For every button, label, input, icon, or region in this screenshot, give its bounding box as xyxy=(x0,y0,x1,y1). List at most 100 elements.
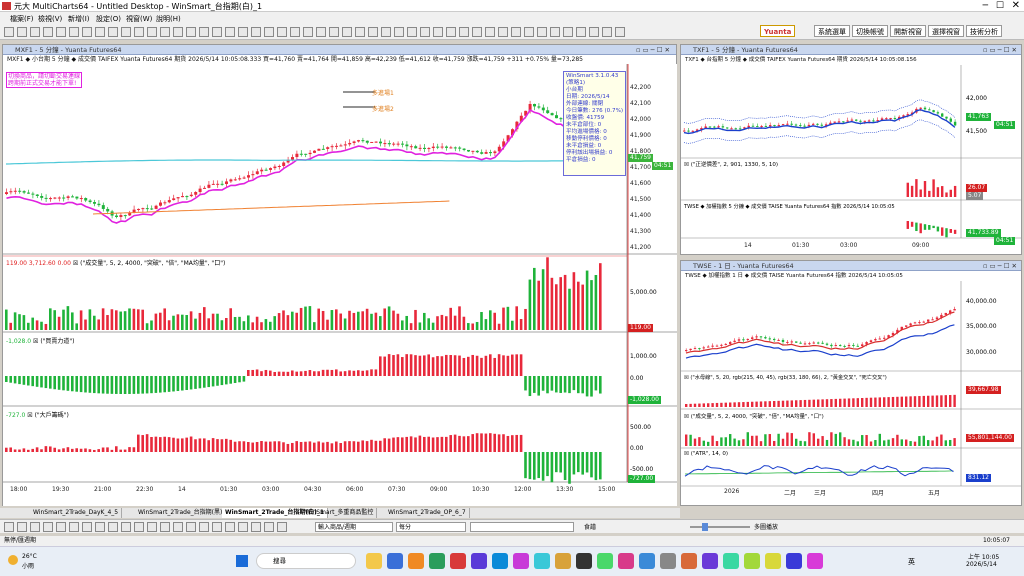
toolbar-tool-icon[interactable] xyxy=(225,27,235,37)
toolbar-tool-icon[interactable] xyxy=(498,27,508,37)
toolbar-tool-icon[interactable] xyxy=(95,27,105,37)
taskbar-app-icon[interactable] xyxy=(534,553,550,569)
toolbar-tool-icon[interactable] xyxy=(524,27,534,37)
taskbar-app-icon[interactable] xyxy=(408,553,424,569)
draw-tool-icon[interactable] xyxy=(43,522,53,532)
new-window-button[interactable]: 開新視窗 xyxy=(890,25,926,37)
start-icon[interactable] xyxy=(236,555,248,567)
weather-icon[interactable] xyxy=(8,555,18,565)
toolbar-tool-icon[interactable] xyxy=(485,27,495,37)
taskbar-app-icon[interactable] xyxy=(597,553,613,569)
taskbar-app-icon[interactable] xyxy=(387,553,403,569)
toolbar-tool-icon[interactable] xyxy=(134,27,144,37)
toolbar-tool-icon[interactable] xyxy=(615,27,625,37)
taskbar-app-icon[interactable] xyxy=(660,553,676,569)
menu-file[interactable]: 檔案(F) xyxy=(10,14,34,24)
toolbar-tool-icon[interactable] xyxy=(277,27,287,37)
toolbar-tool-icon[interactable] xyxy=(589,27,599,37)
toolbar-tool-icon[interactable] xyxy=(576,27,586,37)
draw-tool-icon[interactable] xyxy=(212,522,222,532)
draw-tool-icon[interactable] xyxy=(108,522,118,532)
zoom-slider[interactable] xyxy=(690,526,750,528)
draw-tool-icon[interactable] xyxy=(69,522,79,532)
draw-tool-icon[interactable] xyxy=(225,522,235,532)
taskbar-app-icon[interactable] xyxy=(702,553,718,569)
draw-tool-icon[interactable] xyxy=(173,522,183,532)
toolbar-tool-icon[interactable] xyxy=(368,27,378,37)
taskbar-app-icon[interactable] xyxy=(744,553,760,569)
window-controls[interactable]: ▫ ▭ ─ ☐ ✕ xyxy=(983,261,1017,271)
multi-play-button[interactable]: 多圖播放 xyxy=(754,522,778,531)
toolbar-tool-icon[interactable] xyxy=(550,27,560,37)
menu-help[interactable]: 說明(H) xyxy=(156,14,181,24)
period-select[interactable]: 每分 xyxy=(396,522,466,532)
taskbar-app-icon[interactable] xyxy=(639,553,655,569)
taskbar-app-icon[interactable] xyxy=(618,553,634,569)
taskbar-app-icon[interactable] xyxy=(513,553,529,569)
toolbar-tool-icon[interactable] xyxy=(4,27,14,37)
select-window-button[interactable]: 選擇視窗 xyxy=(928,25,964,37)
draw-tool-icon[interactable] xyxy=(186,522,196,532)
draw-tool-icon[interactable] xyxy=(82,522,92,532)
draw-tool-icon[interactable] xyxy=(264,522,274,532)
icon-box[interactable]: ☒ xyxy=(27,412,32,419)
draw-tool-icon[interactable] xyxy=(30,522,40,532)
draw-tool-icon[interactable] xyxy=(199,522,209,532)
toolbar-tool-icon[interactable] xyxy=(251,27,261,37)
icon-box[interactable]: ☒ xyxy=(73,260,78,267)
toolbar-tool-icon[interactable] xyxy=(30,27,40,37)
icon-box[interactable]: ☒ xyxy=(684,375,689,381)
draw-tool-icon[interactable] xyxy=(4,522,14,532)
window-controls[interactable]: ▫ ▭ ─ ☐ ✕ xyxy=(636,45,670,55)
tab-option[interactable]: WinSmart_2Trade_OP_6_7 xyxy=(385,508,470,518)
toolbar-tool-icon[interactable] xyxy=(329,27,339,37)
ime-indicator[interactable]: 英 xyxy=(908,557,915,567)
icon-box[interactable]: ☒ xyxy=(684,162,689,168)
taskbar-app-icon[interactable] xyxy=(555,553,571,569)
draw-tool-icon[interactable] xyxy=(121,522,131,532)
toolbar-tool-icon[interactable] xyxy=(537,27,547,37)
toolbar-tool-icon[interactable] xyxy=(511,27,521,37)
symbol-input[interactable]: 輸入商品/週期 xyxy=(315,522,393,532)
toolbar-tool-icon[interactable] xyxy=(381,27,391,37)
toolbar-tool-icon[interactable] xyxy=(17,27,27,37)
minimize-icon[interactable]: ─ xyxy=(983,1,988,11)
tab-daykline[interactable]: WinSmart_2Trade_DayK_4_5 xyxy=(30,508,123,518)
toolbar-tool-icon[interactable] xyxy=(173,27,183,37)
toolbar-tool-icon[interactable] xyxy=(355,27,365,37)
taskbar-app-icon[interactable] xyxy=(807,553,823,569)
draw-tool-icon[interactable] xyxy=(238,522,248,532)
recipe-button[interactable]: 食譜 xyxy=(584,522,596,531)
toolbar-tool-icon[interactable] xyxy=(342,27,352,37)
taskbar-app-icon[interactable] xyxy=(786,553,802,569)
toolbar-tool-icon[interactable] xyxy=(303,27,313,37)
toolbar-tool-icon[interactable] xyxy=(563,27,573,37)
menu-settings[interactable]: 設定(O) xyxy=(96,14,121,24)
system-menu-button[interactable]: 系統選單 xyxy=(814,25,850,37)
draw-tool-icon[interactable] xyxy=(17,522,27,532)
toolbar-tool-icon[interactable] xyxy=(602,27,612,37)
toolbar-tool-icon[interactable] xyxy=(82,27,92,37)
draw-tool-icon[interactable] xyxy=(95,522,105,532)
icon-box[interactable]: ☒ xyxy=(33,338,38,345)
taskbar-app-icon[interactable] xyxy=(366,553,382,569)
draw-tool-icon[interactable] xyxy=(277,522,287,532)
toolbar-tool-icon[interactable] xyxy=(121,27,131,37)
taskbar-app-icon[interactable] xyxy=(576,553,592,569)
toolbar-tool-icon[interactable] xyxy=(108,27,118,37)
taskbar-app-icon[interactable] xyxy=(765,553,781,569)
draw-tool-icon[interactable] xyxy=(147,522,157,532)
taskbar-app-icon[interactable] xyxy=(681,553,697,569)
toolbar-tool-icon[interactable] xyxy=(69,27,79,37)
window-controls[interactable]: ▫ ▭ ─ ☐ ✕ xyxy=(983,45,1017,55)
search-box[interactable]: 搜尋 xyxy=(256,553,356,569)
toolbar-tool-icon[interactable] xyxy=(160,27,170,37)
toolbar-tool-icon[interactable] xyxy=(290,27,300,37)
switch-account-button[interactable]: 切換帳號 xyxy=(852,25,888,37)
zoom-slider-thumb[interactable] xyxy=(702,523,708,531)
draw-tool-icon[interactable] xyxy=(56,522,66,532)
toolbar-tool-icon[interactable] xyxy=(264,27,274,37)
close-icon[interactable]: ✕ xyxy=(1012,0,1020,11)
toolbar-tool-icon[interactable] xyxy=(420,27,430,37)
toolbar-tool-icon[interactable] xyxy=(446,27,456,37)
